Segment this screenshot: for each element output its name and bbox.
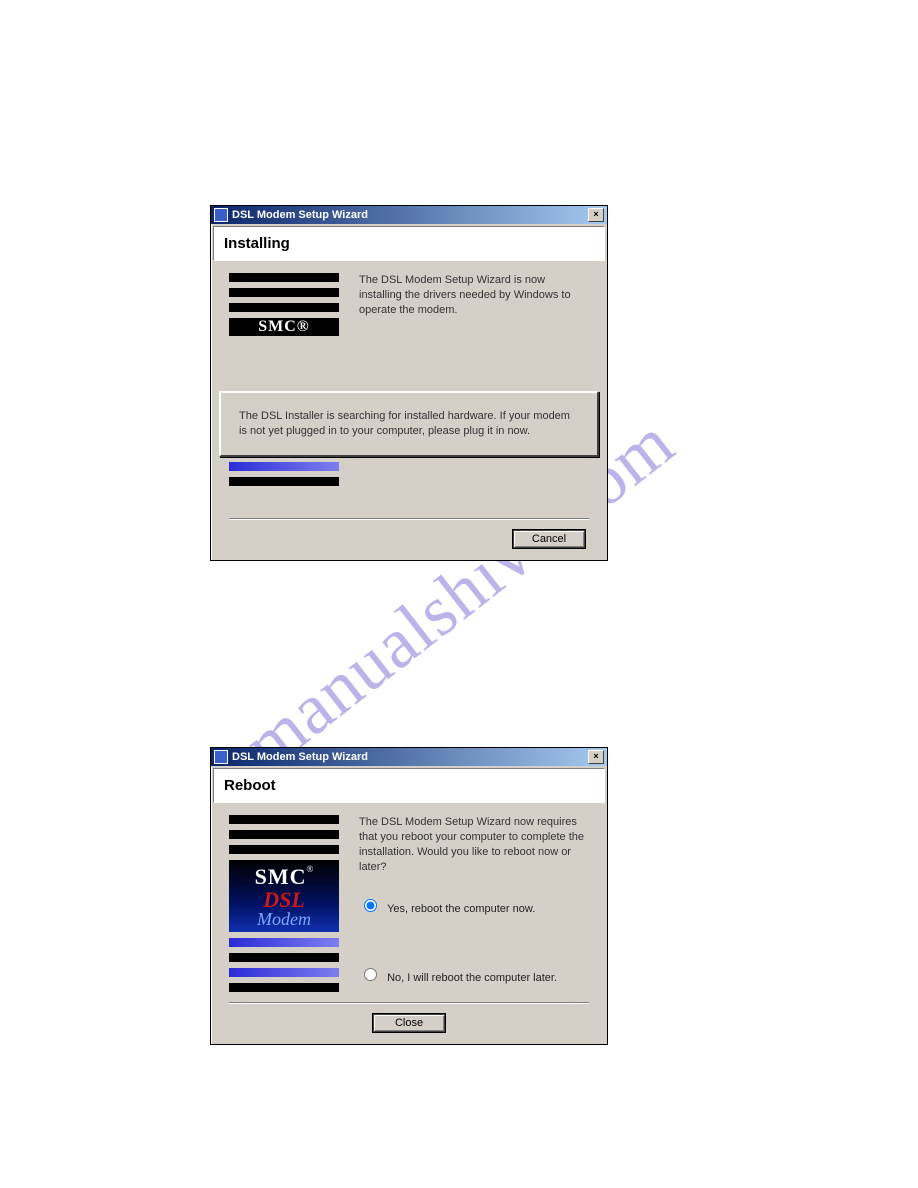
decor-stripe (229, 830, 339, 839)
text-column: The DSL Modem Setup Wizard now requires … (359, 815, 589, 986)
decor-stripe (229, 273, 339, 282)
decor-stripe (229, 845, 339, 854)
registered-icon: ® (307, 864, 314, 874)
radio-yes-row[interactable]: Yes, reboot the computer now. (359, 896, 589, 917)
app-icon (214, 208, 228, 222)
page-heading: Installing (224, 235, 290, 252)
popup-text: The DSL Installer is searching for insta… (239, 410, 570, 437)
heading-panel: Reboot (213, 768, 605, 803)
brand-logo: SMC® (229, 318, 339, 336)
logo-text: SMC® (258, 318, 310, 336)
radio-no-label: No, I will reboot the computer later. (387, 972, 557, 984)
radio-yes[interactable] (364, 899, 377, 912)
window-title: DSL Modem Setup Wizard (232, 209, 368, 221)
close-icon[interactable]: × (588, 750, 604, 764)
logo-dsl-text: DSL (229, 890, 339, 910)
dialog-reboot: DSL Modem Setup Wizard × Reboot SMC® DSL… (210, 747, 608, 1045)
cancel-button[interactable]: Cancel (513, 530, 585, 548)
search-hardware-message: The DSL Installer is searching for insta… (219, 391, 599, 457)
dialog-body: SMC® DSL Modem The DSL Modem Setup Wizar… (211, 805, 607, 1044)
decor-stripe (229, 815, 339, 824)
separator (229, 1002, 589, 1004)
dialog-installing: DSL Modem Setup Wizard × Installing SMC®… (210, 205, 608, 561)
close-icon[interactable]: × (588, 208, 604, 222)
body-text: The DSL Modem Setup Wizard is now instal… (359, 273, 589, 318)
close-button[interactable]: Close (373, 1014, 445, 1032)
window-title: DSL Modem Setup Wizard (232, 751, 368, 763)
decor-stripe (229, 938, 339, 947)
decor-stripe (229, 303, 339, 312)
titlebar: DSL Modem Setup Wizard × (211, 748, 607, 766)
decor-stripe (229, 288, 339, 297)
logo-column: SMC® DSL Modem (229, 815, 339, 998)
logo-column: SMC® (229, 273, 339, 492)
button-row: Cancel (229, 530, 589, 548)
decor-stripe (229, 477, 339, 486)
decor-stripe (229, 953, 339, 962)
brand-logo: SMC® DSL Modem (229, 860, 339, 932)
page-heading: Reboot (224, 777, 276, 794)
button-row: Close (229, 1014, 589, 1032)
radio-no-row[interactable]: No, I will reboot the computer later. (359, 965, 589, 986)
heading-panel: Installing (213, 226, 605, 261)
decor-stripe (229, 462, 339, 471)
app-icon (214, 750, 228, 764)
radio-yes-label: Yes, reboot the computer now. (387, 903, 535, 915)
titlebar: DSL Modem Setup Wizard × (211, 206, 607, 224)
decor-stripe (229, 968, 339, 977)
decor-stripe (229, 983, 339, 992)
separator (229, 518, 589, 520)
dialog-body: SMC® The DSL Modem Setup Wizard is now i… (211, 263, 607, 560)
logo-modem-text: Modem (229, 910, 339, 928)
body-text: The DSL Modem Setup Wizard now requires … (359, 815, 589, 874)
radio-no[interactable] (364, 968, 377, 981)
